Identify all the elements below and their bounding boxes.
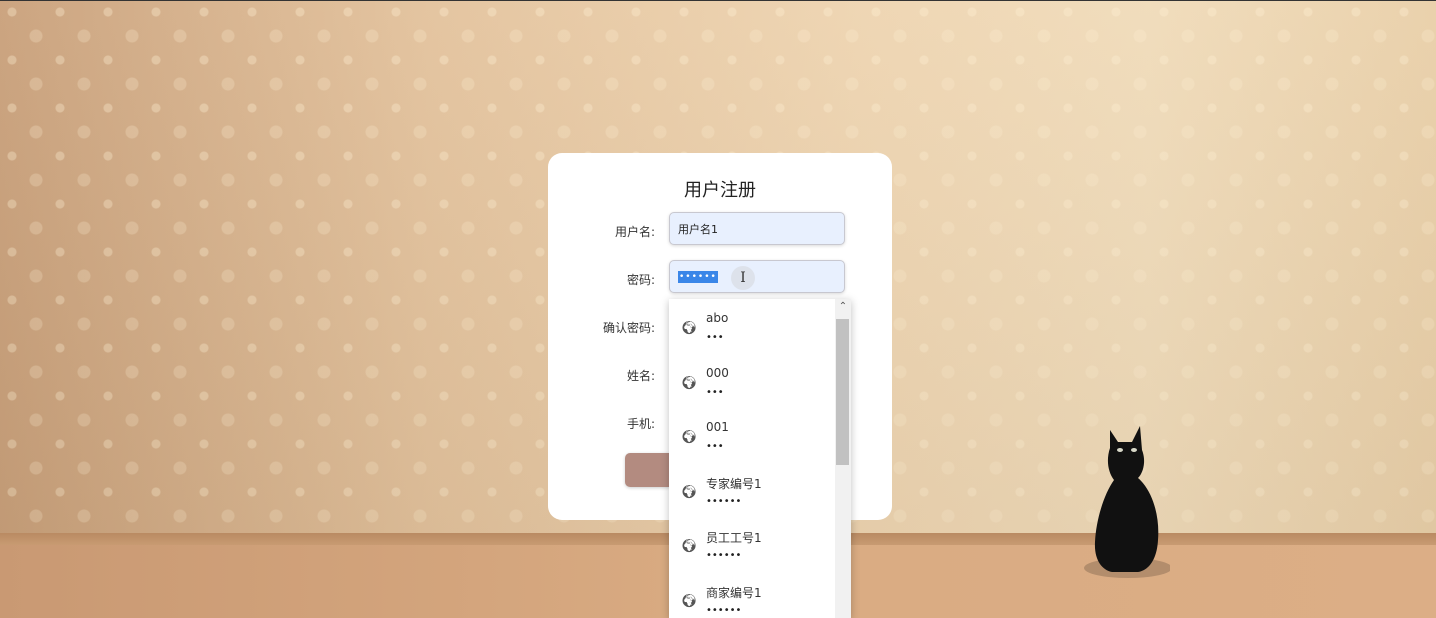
globe-icon: 🌍︎ (681, 430, 698, 445)
autofill-item-000[interactable]: 🌍︎ 000 ••• (669, 354, 834, 408)
autofill-dropdown: 🌍︎ abo ••• 🌍︎ 000 ••• 🌍︎ 001 ••• 🌍︎ 专家编号… (669, 299, 851, 618)
globe-icon: 🌍︎ (681, 321, 698, 336)
autofill-item-password: •••••• (706, 496, 742, 507)
register-button[interactable] (625, 453, 670, 487)
autofill-item-password: ••• (706, 332, 724, 343)
autofill-item-password: •••••• (706, 605, 742, 616)
autofill-item-password: ••• (706, 387, 724, 398)
globe-icon: 🌍︎ (681, 539, 698, 554)
black-cat-image (1084, 426, 1170, 578)
password-selected-text: •••••• (678, 270, 718, 283)
globe-icon: 🌍︎ (681, 376, 698, 391)
autofill-item-password: ••• (706, 441, 724, 452)
autofill-item-abo[interactable]: 🌍︎ abo ••• (669, 299, 834, 353)
autofill-item-name: 员工工号1 (706, 531, 762, 545)
autofill-item-name: 专家编号1 (706, 477, 762, 491)
autofill-item-name: 商家编号1 (706, 586, 762, 600)
username-label: 用户名: (614, 225, 655, 239)
confirm-password-label: 确认密码: (602, 321, 655, 335)
autofill-item-expert-1[interactable]: 🌍︎ 专家编号1 •••••• (669, 463, 834, 517)
globe-icon: 🌍︎ (681, 594, 698, 609)
phone-label: 手机: (626, 417, 655, 431)
scroll-up-arrow-icon[interactable]: ⌃ (835, 301, 851, 315)
page-title: 用户注册 (684, 180, 756, 201)
autofill-item-name: 001 (706, 420, 729, 434)
name-label: 姓名: (626, 369, 655, 383)
password-input[interactable]: •••••• (669, 260, 845, 293)
autofill-item-name: abo (706, 311, 729, 325)
globe-icon: 🌍︎ (681, 485, 698, 500)
autofill-item-password: •••••• (706, 550, 742, 561)
password-label: 密码: (626, 273, 655, 287)
username-input[interactable]: 用户名1 (669, 212, 845, 245)
scrollbar-thumb[interactable] (836, 319, 849, 465)
autofill-item-merchant-1[interactable]: 🌍︎ 商家编号1 •••••• (669, 572, 834, 618)
autofill-item-employee-1[interactable]: 🌍︎ 员工工号1 •••••• (669, 517, 834, 571)
autofill-item-001[interactable]: 🌍︎ 001 ••• (669, 408, 834, 462)
window-top-border (0, 0, 1436, 1)
autofill-item-name: 000 (706, 366, 729, 380)
text-cursor-icon: I (731, 266, 755, 290)
